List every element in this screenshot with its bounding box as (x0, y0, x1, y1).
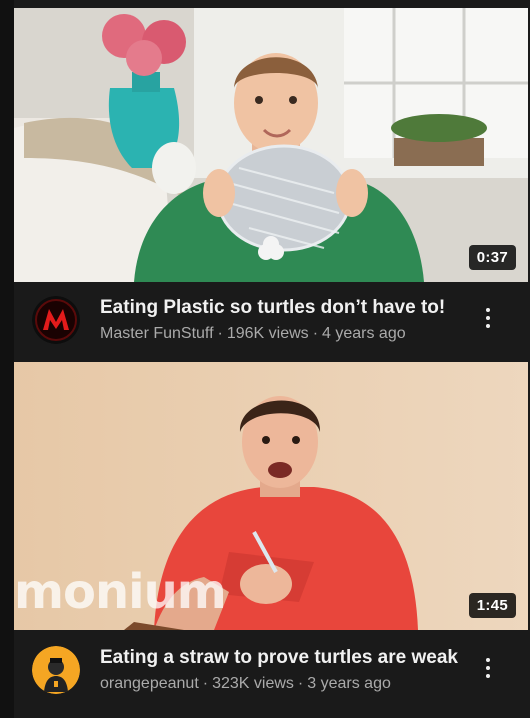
upload-age: 4 years ago (322, 325, 406, 342)
more-vert-icon[interactable] (476, 652, 500, 684)
view-count: 323K views (212, 675, 294, 692)
separator-dot: · (202, 675, 209, 692)
channel-avatar[interactable] (32, 296, 80, 344)
orangepeanut-avatar-icon (32, 646, 80, 694)
separator-dot: · (312, 325, 319, 342)
separator-dot: · (297, 675, 304, 692)
upload-age: 3 years ago (307, 675, 391, 692)
video-title[interactable]: Eating a straw to prove turtles are weak (100, 647, 458, 669)
video-subtitle: Master FunStuff · 196K views · 4 years ago (100, 325, 406, 343)
video-title[interactable]: Eating Plastic so turtles don’t have to! (100, 297, 445, 319)
video-thumbnail[interactable]: monium 1:45 (14, 362, 528, 630)
channel-avatar[interactable] (32, 646, 80, 694)
master-funstuff-logo-icon (32, 296, 80, 344)
video-subtitle: orangepeanut · 323K views · 3 years ago (100, 675, 391, 693)
video-thumbnail[interactable]: 0:37 (14, 8, 528, 282)
channel-name[interactable]: orangepeanut (100, 675, 199, 692)
duration-badge: 1:45 (468, 593, 516, 618)
video-feed: 0:37 Eating Plastic so turtles don’t hav… (0, 0, 530, 718)
view-count: 196K views (226, 325, 309, 342)
duration-badge: 0:37 (468, 245, 516, 270)
more-vert-icon[interactable] (476, 302, 500, 334)
separator-dot: · (217, 325, 223, 342)
video-meta: Eating a straw to prove turtles are weak… (0, 636, 530, 700)
video-meta: Eating Plastic so turtles don’t have to!… (0, 286, 530, 350)
video-watermark: monium (14, 564, 227, 620)
thumbnail-image (14, 8, 528, 282)
left-edge (0, 0, 14, 718)
channel-name[interactable]: Master FunStuff (100, 325, 214, 342)
